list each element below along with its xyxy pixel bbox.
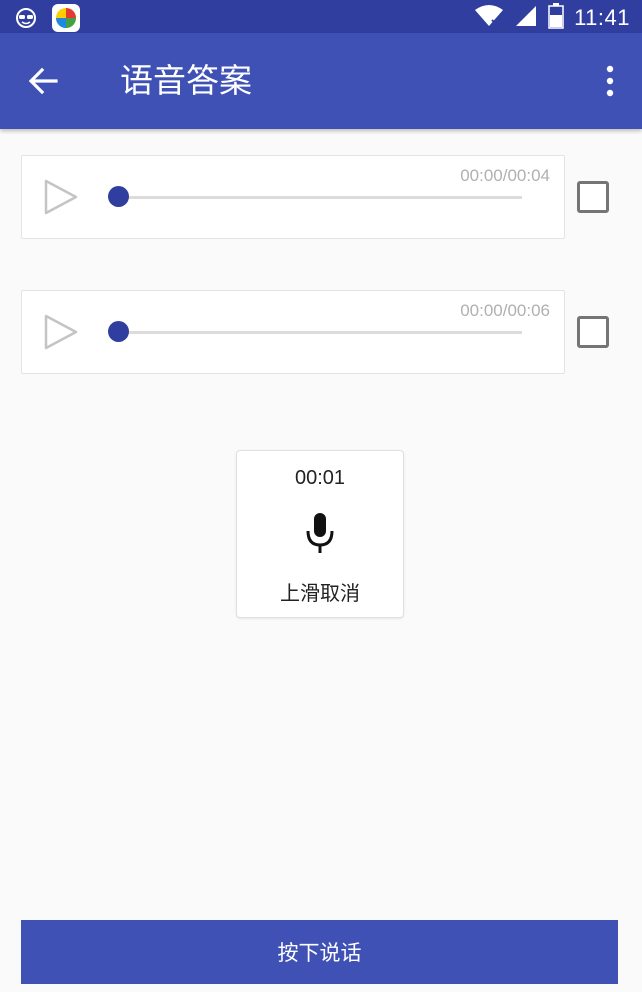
app-bar: 语音答案 <box>0 33 642 129</box>
audio-player-card: 00:00/00:04 <box>21 155 565 239</box>
app-store-icon <box>52 4 80 36</box>
select-checkbox[interactable] <box>577 181 609 213</box>
status-right-icons: 11:41 <box>474 3 630 33</box>
cancel-hint: 上滑取消 <box>280 581 360 605</box>
play-icon <box>42 314 80 355</box>
seek-track[interactable] <box>118 196 522 199</box>
play-icon <box>42 179 80 220</box>
seek-thumb[interactable] <box>108 186 129 207</box>
select-checkbox[interactable] <box>577 316 609 348</box>
battery-icon <box>548 3 564 33</box>
more-vert-icon <box>598 65 622 105</box>
recording-popup: 00:01 上滑取消 <box>236 450 404 618</box>
play-button[interactable] <box>42 178 80 216</box>
seek-track[interactable] <box>118 331 522 334</box>
play-button[interactable] <box>42 313 80 351</box>
time-label: 00:00/00:04 <box>460 166 550 185</box>
status-left-icons <box>14 4 80 36</box>
hold-to-talk-button[interactable]: 按下说话 <box>21 920 618 984</box>
glasses-icon <box>14 7 38 33</box>
status-bar: 11:41 <box>0 0 642 33</box>
wifi-icon <box>474 4 504 32</box>
time-label: 00:00/00:06 <box>460 301 550 320</box>
page-title: 语音答案 <box>120 61 252 100</box>
back-button[interactable] <box>22 59 66 103</box>
overflow-menu-button[interactable] <box>598 61 622 101</box>
recording-elapsed: 00:01 <box>294 467 346 489</box>
audio-player-card: 00:00/00:06 <box>21 290 565 374</box>
arrow-left-icon <box>22 67 66 107</box>
microphone-icon <box>303 511 337 557</box>
seek-thumb[interactable] <box>108 321 129 342</box>
signal-icon <box>514 4 538 32</box>
status-time: 11:41 <box>574 5 630 30</box>
